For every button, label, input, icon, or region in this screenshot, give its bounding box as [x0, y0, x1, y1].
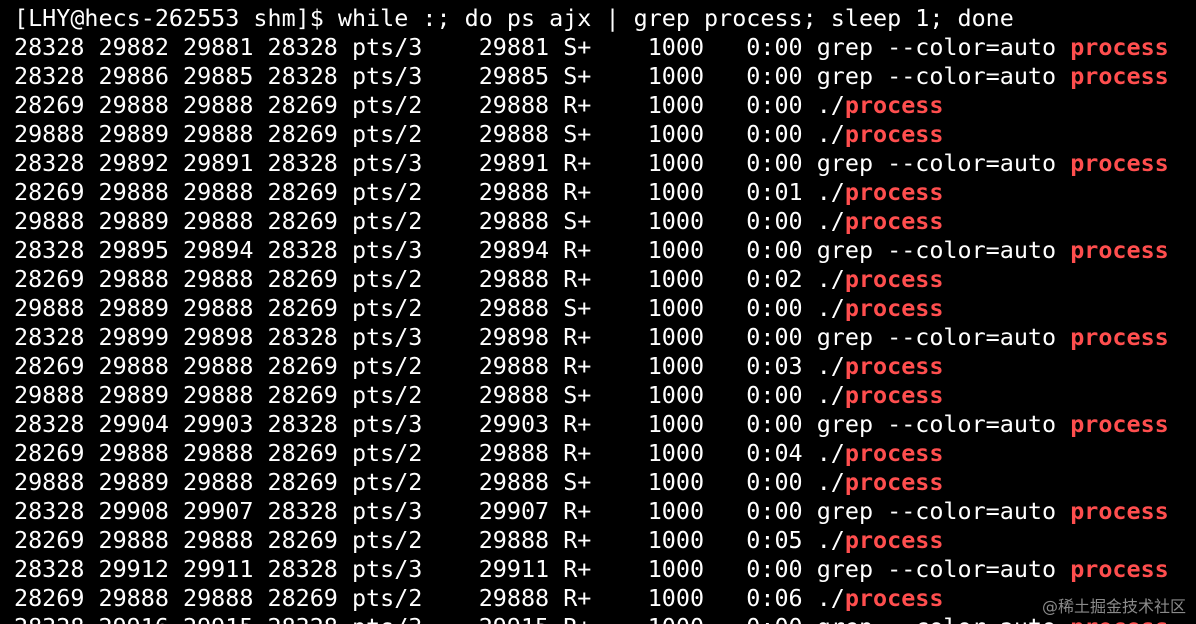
line-text: 29888 29889 29888 28269 pts/2 29888 S+ 1… [14, 120, 845, 148]
line-text: 28269 29888 29888 28269 pts/2 29888 R+ 1… [14, 584, 845, 612]
line-text: 28269 29888 29888 28269 pts/2 29888 R+ 1… [14, 352, 845, 380]
output-line: 28328 29882 29881 28328 pts/3 29881 S+ 1… [14, 33, 1196, 62]
match-highlight: process [844, 120, 944, 148]
output-line: 28328 29892 29891 28328 pts/3 29891 R+ 1… [14, 149, 1196, 178]
output-line: 28328 29908 29907 28328 pts/3 29907 R+ 1… [14, 497, 1196, 526]
watermark: @稀土掘金技术社区 [1041, 597, 1186, 616]
match-highlight: process [844, 584, 944, 612]
match-highlight: process [1070, 62, 1169, 90]
line-text: 29888 29889 29888 28269 pts/2 29888 S+ 1… [14, 468, 845, 496]
line-text: 28328 29916 29915 28328 pts/3 29915 R+ 1… [14, 613, 1070, 624]
output-line: 28328 29895 29894 28328 pts/3 29894 R+ 1… [14, 236, 1196, 265]
match-highlight: process [1070, 149, 1169, 177]
output-line: 28328 29916 29915 28328 pts/3 29915 R+ 1… [14, 613, 1196, 624]
line-text: 28269 29888 29888 28269 pts/2 29888 R+ 1… [14, 439, 845, 467]
line-text: 28328 29892 29891 28328 pts/3 29891 R+ 1… [14, 149, 1071, 177]
output-line: 28269 29888 29888 28269 pts/2 29888 R+ 1… [14, 91, 1196, 120]
match-highlight: process [1070, 323, 1169, 351]
output-line: 29888 29889 29888 28269 pts/2 29888 S+ 1… [14, 207, 1196, 236]
output-line: 28328 29904 29903 28328 pts/3 29903 R+ 1… [14, 410, 1196, 439]
line-text: 28269 29888 29888 28269 pts/2 29888 R+ 1… [14, 91, 845, 119]
match-highlight: process [1070, 33, 1169, 61]
line-text: 28328 29886 29885 28328 pts/3 29885 S+ 1… [14, 62, 1071, 90]
line-text: 28269 29888 29888 28269 pts/2 29888 R+ 1… [14, 526, 845, 554]
line-text: 28328 29895 29894 28328 pts/3 29894 R+ 1… [14, 236, 1071, 264]
match-highlight: process [844, 381, 944, 409]
line-text: 29888 29889 29888 28269 pts/2 29888 S+ 1… [14, 207, 845, 235]
output-line: 28269 29888 29888 28269 pts/2 29888 R+ 1… [14, 584, 1196, 613]
line-text: 29888 29889 29888 28269 pts/2 29888 S+ 1… [14, 294, 845, 322]
output-line: 28328 29899 29898 28328 pts/3 29898 R+ 1… [14, 323, 1196, 352]
match-highlight: process [844, 468, 944, 496]
output-line: 28269 29888 29888 28269 pts/2 29888 R+ 1… [14, 439, 1196, 468]
match-highlight: process [844, 265, 944, 293]
output-line: 28328 29912 29911 28328 pts/3 29911 R+ 1… [14, 555, 1196, 584]
output-line: 28328 29886 29885 28328 pts/3 29885 S+ 1… [14, 62, 1196, 91]
line-text: 29888 29889 29888 28269 pts/2 29888 S+ 1… [14, 381, 845, 409]
match-highlight: process [844, 91, 944, 119]
output-line: 29888 29889 29888 28269 pts/2 29888 S+ 1… [14, 468, 1196, 497]
output-line: 28269 29888 29888 28269 pts/2 29888 R+ 1… [14, 526, 1196, 555]
output-line: 29888 29889 29888 28269 pts/2 29888 S+ 1… [14, 381, 1196, 410]
match-highlight: process [1070, 497, 1169, 525]
output-line: 28269 29888 29888 28269 pts/2 29888 R+ 1… [14, 352, 1196, 381]
output-line: 29888 29889 29888 28269 pts/2 29888 S+ 1… [14, 120, 1196, 149]
line-text: 28328 29904 29903 28328 pts/3 29903 R+ 1… [14, 410, 1071, 438]
line-text: 28328 29899 29898 28328 pts/3 29898 R+ 1… [14, 323, 1071, 351]
match-highlight: process [1070, 236, 1169, 264]
output-line: 28269 29888 29888 28269 pts/2 29888 R+ 1… [14, 178, 1196, 207]
line-text: 28328 29912 29911 28328 pts/3 29911 R+ 1… [14, 555, 1071, 583]
line-text: 28328 29882 29881 28328 pts/3 29881 S+ 1… [14, 33, 1071, 61]
match-highlight: process [844, 178, 944, 206]
line-text: 28269 29888 29888 28269 pts/2 29888 R+ 1… [14, 265, 845, 293]
line-text: 28328 29908 29907 28328 pts/3 29907 R+ 1… [14, 497, 1071, 525]
match-highlight: process [844, 294, 944, 322]
terminal-window[interactable]: [LHY@hecs-262553 shm]$ while :; do ps aj… [0, 0, 1196, 624]
terminal-output: 28328 29882 29881 28328 pts/3 29881 S+ 1… [14, 33, 1196, 624]
match-highlight: process [844, 439, 944, 467]
match-highlight: process [844, 526, 944, 554]
match-highlight: process [844, 352, 944, 380]
line-text: 28269 29888 29888 28269 pts/2 29888 R+ 1… [14, 178, 845, 206]
match-highlight: process [1070, 410, 1169, 438]
match-highlight: process [844, 207, 944, 235]
output-line: 29888 29889 29888 28269 pts/2 29888 S+ 1… [14, 294, 1196, 323]
match-highlight: process [1070, 555, 1169, 583]
output-line: 28269 29888 29888 28269 pts/2 29888 R+ 1… [14, 265, 1196, 294]
prompt-line: [LHY@hecs-262553 shm]$ while :; do ps aj… [14, 4, 1014, 32]
